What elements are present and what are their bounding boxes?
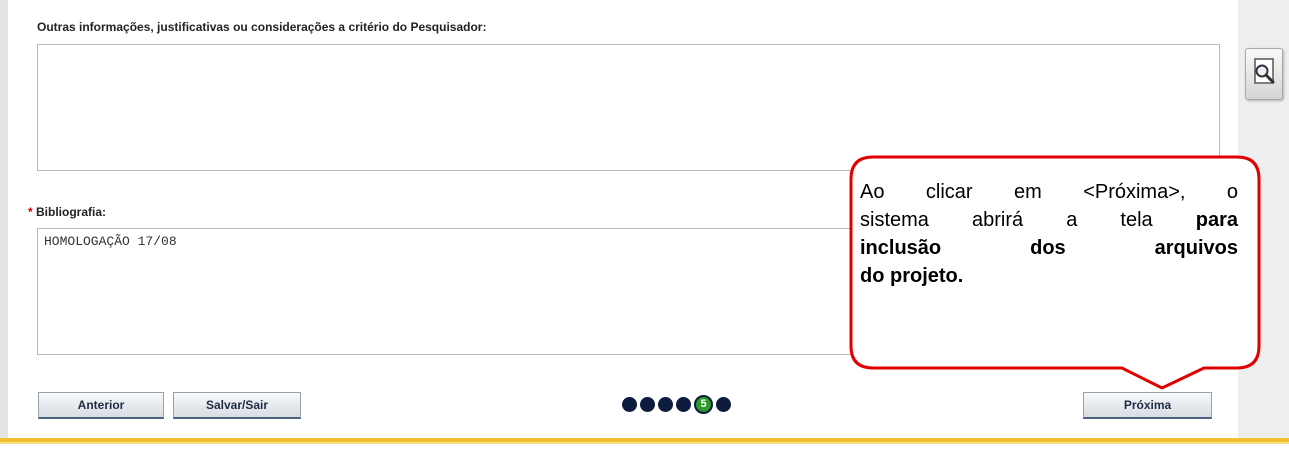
callout-line-1: Ao clicar em <Próxima>, o [860, 181, 1238, 203]
bibliografia-label: * Bibliografia: [28, 205, 106, 219]
callout-line-4: do projeto. [860, 265, 964, 287]
resize-grip-icon[interactable]: ⋰ [1207, 342, 1217, 352]
footer-bar-shadow [0, 442, 1289, 444]
proxima-button[interactable]: Próxima [1083, 392, 1212, 419]
step-2-dot[interactable] [640, 396, 655, 412]
salvar-sair-button[interactable]: Salvar/Sair [173, 392, 301, 419]
step-4-dot[interactable] [676, 396, 691, 412]
callout-text: Ao clicar em <Próxima>, o sistema abrirá… [860, 178, 1238, 290]
required-asterisk: * [28, 205, 33, 219]
step-1-dot[interactable] [622, 396, 637, 412]
callout-line-3: inclusão dos arquivos [860, 237, 1238, 259]
step-5-current-dot: 5 [694, 394, 713, 414]
step-indicator: 5 [622, 393, 734, 415]
outras-informacoes-label: Outras informações, justificativas ou co… [37, 20, 486, 34]
callout-line-2-text: sistema abrirá a tela [860, 209, 1196, 231]
outras-informacoes-label-text: Outras informações, justificativas ou co… [37, 20, 487, 34]
outras-informacoes-textarea[interactable] [37, 44, 1220, 171]
left-border [0, 0, 8, 438]
step-3-dot[interactable] [658, 396, 673, 412]
step-6-dot[interactable] [716, 396, 731, 412]
bibliografia-label-text: Bibliografia: [36, 205, 107, 219]
callout-line-2: sistema abrirá a tela para [860, 206, 1238, 234]
callout-line-2-bold: para [1195, 209, 1238, 231]
magnifier-page-icon[interactable] [1245, 48, 1283, 100]
anterior-button[interactable]: Anterior [38, 392, 164, 419]
